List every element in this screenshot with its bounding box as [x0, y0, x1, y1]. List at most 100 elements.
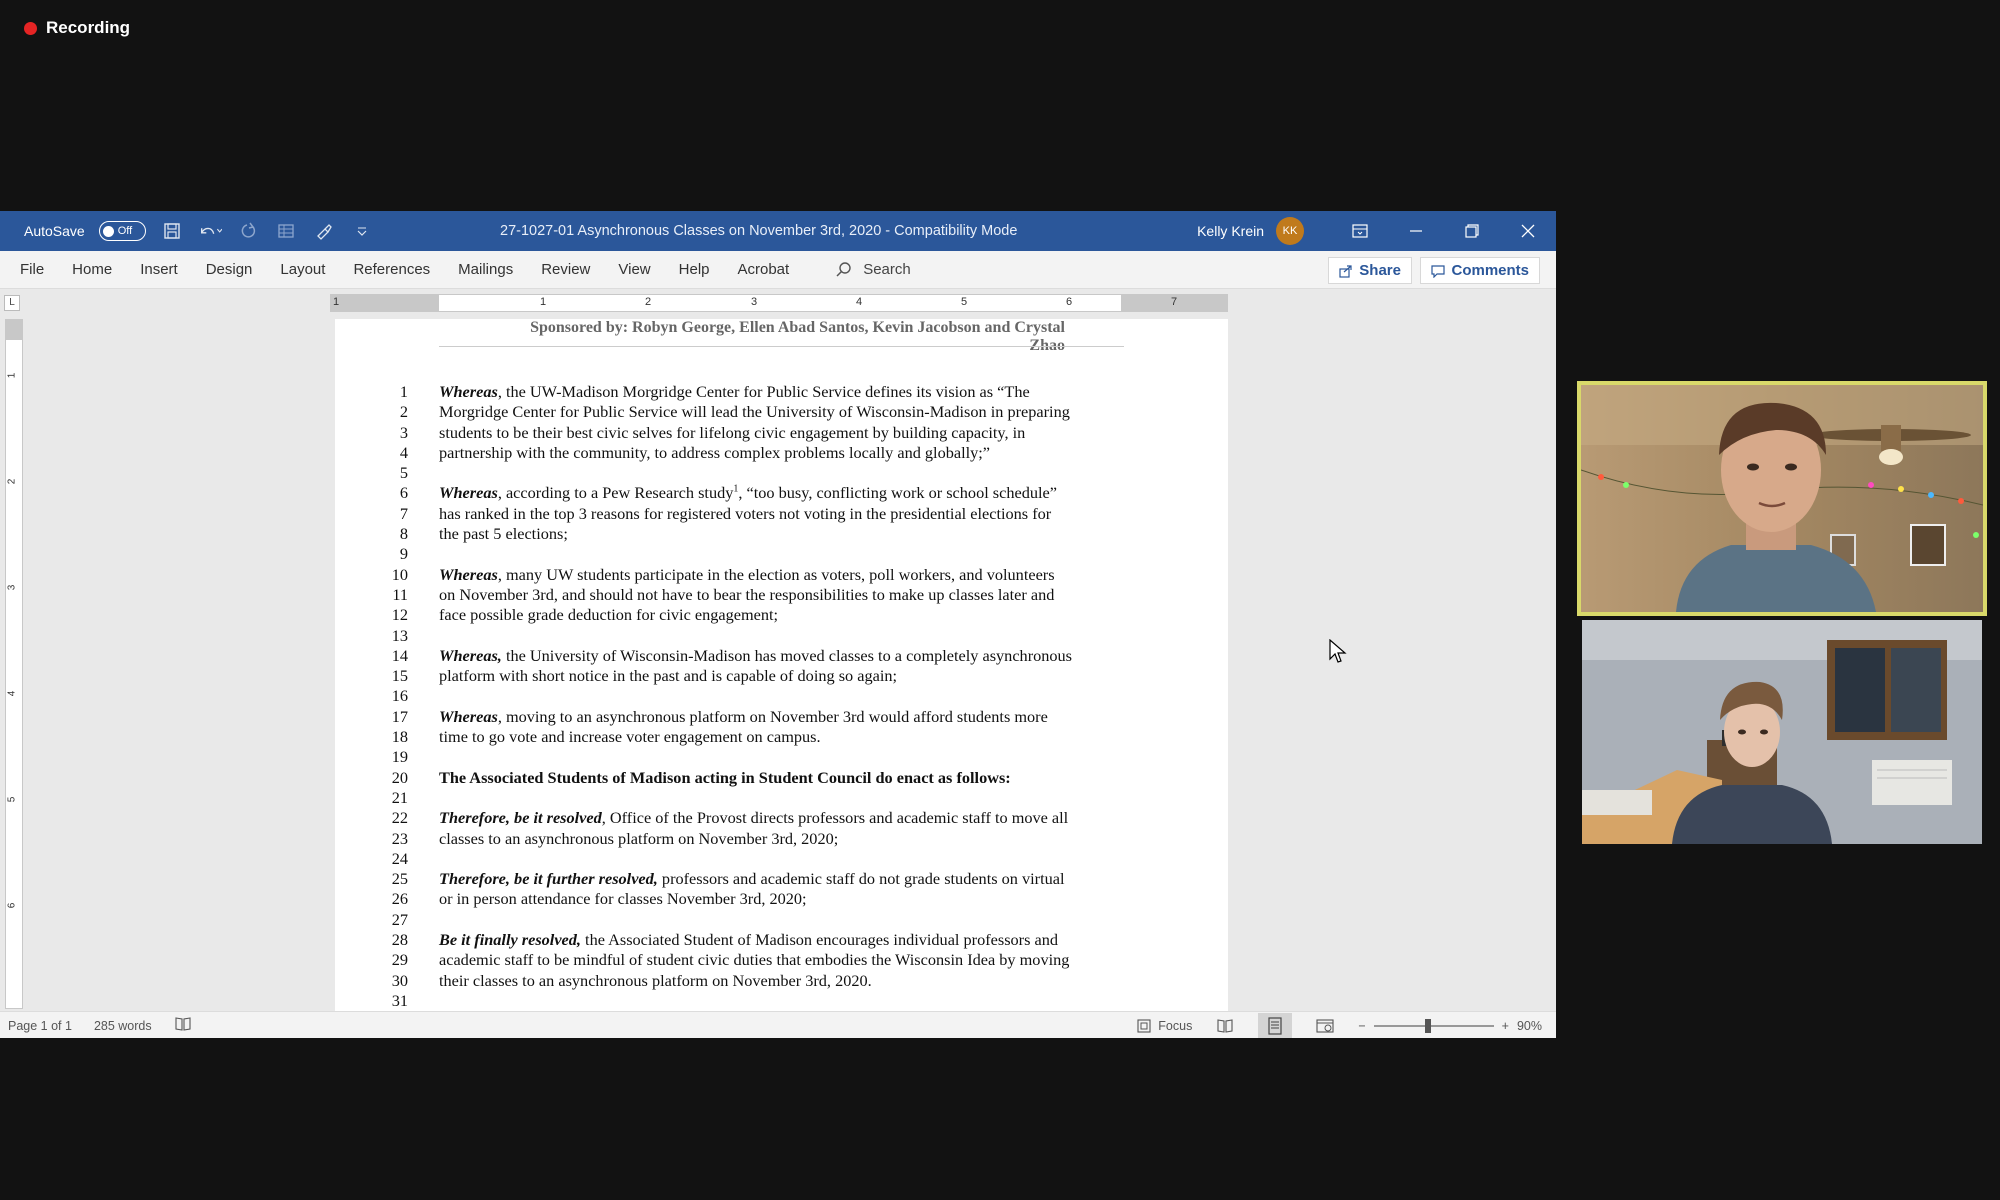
tab-design[interactable]: Design [192, 251, 267, 289]
focus-button[interactable]: Focus [1136, 1018, 1192, 1034]
search-box[interactable]: Search [835, 261, 911, 279]
ruler-area: L 1 1 2 3 4 5 6 7 [0, 289, 1556, 319]
document-line[interactable]: 28 Be it finally resolved, the Associated… [335, 930, 1228, 950]
format-painter-icon[interactable] [312, 219, 336, 243]
word-window: AutoSave Off 27-1027-01 Asynchronous Cla… [0, 211, 1556, 1038]
document-line[interactable]: 18 time to go vote and increase voter eng… [335, 727, 1228, 747]
document-line[interactable]: 9 [335, 544, 1228, 564]
autosave-toggle[interactable]: Off [98, 221, 146, 241]
recording-dot-icon [24, 21, 37, 35]
line-lead: Whereas, [439, 645, 502, 665]
participant-video[interactable] [1582, 620, 1982, 844]
line-text: partnership with the community, to addre… [439, 443, 990, 463]
tab-mailings[interactable]: Mailings [444, 251, 527, 289]
recording-indicator: Recording [24, 18, 130, 38]
undo-icon[interactable] [198, 219, 222, 243]
document-line[interactable]: 23 classes to an asynchronous platform on… [335, 829, 1228, 849]
ruler-number: 6 [6, 902, 18, 909]
tab-file[interactable]: File [0, 251, 58, 289]
line-body: the past 5 elections; [439, 524, 568, 544]
tab-layout[interactable]: Layout [266, 251, 339, 289]
table-icon[interactable] [274, 219, 298, 243]
line-text: Morgridge Center for Public Service will… [439, 402, 1070, 422]
close-icon[interactable] [1500, 211, 1556, 251]
customize-toolbar-icon[interactable] [350, 219, 374, 243]
tab-selector[interactable]: L [4, 295, 20, 311]
document-line[interactable]: 8 the past 5 elections; [335, 524, 1228, 544]
document-line[interactable]: 3 students to be their best civic selves … [335, 423, 1228, 443]
document-line[interactable]: 29 academic staff to be mindful of studen… [335, 950, 1228, 970]
restore-icon[interactable] [1444, 211, 1500, 251]
tab-view[interactable]: View [604, 251, 664, 289]
tab-review[interactable]: Review [527, 251, 604, 289]
page-count[interactable]: Page 1 of 1 [8, 1019, 72, 1033]
line-body: students to be their best civic selves f… [439, 422, 1026, 442]
line-number: 29 [391, 950, 408, 970]
share-button[interactable]: Share [1328, 257, 1412, 284]
comments-button[interactable]: Comments [1420, 257, 1540, 284]
document-line[interactable]: 10 Whereas, many UW students participate … [335, 565, 1228, 585]
line-body: or in person attendance for classes Nove… [439, 889, 807, 909]
document-line[interactable]: 30 their classes to an asynchronous platf… [335, 971, 1228, 991]
document-line[interactable]: 21 [335, 788, 1228, 808]
document-line[interactable]: 1 Whereas, the UW-Madison Morgridge Cente… [335, 382, 1228, 402]
ribbon-display-icon[interactable] [1332, 211, 1388, 251]
line-lead: Therefore, be it further resolved, [439, 869, 658, 889]
document-page[interactable]: Sponsored by: Robyn George, Ellen Abad S… [335, 319, 1228, 1019]
document-line[interactable]: 16 [335, 686, 1228, 706]
horizontal-ruler[interactable]: 1 1 2 3 4 5 6 7 [330, 294, 1228, 312]
print-layout-icon[interactable] [1258, 1013, 1293, 1038]
line-number: 4 [399, 442, 408, 462]
document-line[interactable]: 2 Morgridge Center for Public Service wil… [335, 402, 1228, 422]
redo-icon[interactable] [236, 219, 260, 243]
line-body: classes to an asynchronous platform on N… [439, 828, 839, 848]
zoom-in-button[interactable]: + [1502, 1019, 1509, 1033]
tab-acrobat[interactable]: Acrobat [724, 251, 804, 289]
line-body: their classes to an asynchronous platfor… [439, 970, 872, 990]
web-layout-icon[interactable] [1316, 1017, 1334, 1035]
document-line[interactable]: 26 or in person attendance for classes No… [335, 889, 1228, 909]
participant-video-active-speaker[interactable] [1577, 381, 1987, 616]
line-number: 2 [399, 402, 408, 422]
zoom-slider[interactable] [1373, 1018, 1494, 1033]
line-text: their classes to an asynchronous platfor… [439, 971, 872, 991]
zoom-out-button[interactable]: − [1358, 1019, 1365, 1033]
document-line[interactable]: 11 on November 3rd, and should not have t… [335, 585, 1228, 605]
user-avatar[interactable]: KK [1276, 217, 1304, 245]
document-line[interactable]: 13 [335, 626, 1228, 646]
autosave-label: AutoSave [24, 223, 85, 239]
document-line[interactable]: 17 Whereas, moving to an asynchronous pla… [335, 707, 1228, 727]
document-line[interactable]: 27 [335, 910, 1228, 930]
document-line[interactable]: 24 [335, 849, 1228, 869]
tab-home[interactable]: Home [58, 251, 126, 289]
document-line[interactable]: 7 has ranked in the top 3 reasons for reg… [335, 504, 1228, 524]
document-line[interactable]: 15 platform with short notice in the past… [335, 666, 1228, 686]
document-line[interactable]: 31 [335, 991, 1228, 1011]
document-line[interactable]: 19 [335, 747, 1228, 767]
line-lead: Whereas [439, 483, 498, 503]
document-line[interactable]: 14 Whereas, the University of Wisconsin-M… [335, 646, 1228, 666]
document-line[interactable]: 20 The Associated Students of Madison act… [335, 768, 1228, 788]
document-line[interactable]: 22 Therefore, be it resolved, Office of t… [335, 808, 1228, 828]
document-line[interactable]: 4 partnership with the community, to addr… [335, 443, 1228, 463]
document-line[interactable]: 5 [335, 463, 1228, 483]
minimize-icon[interactable] [1388, 211, 1444, 251]
zoom-level[interactable]: 90% [1517, 1019, 1542, 1033]
proofing-icon[interactable] [174, 1016, 192, 1035]
read-mode-icon[interactable] [1216, 1017, 1234, 1035]
save-icon[interactable] [160, 219, 184, 243]
line-number: 23 [391, 828, 408, 848]
tab-help[interactable]: Help [665, 251, 724, 289]
document-body[interactable]: 1 Whereas, the UW-Madison Morgridge Cente… [335, 382, 1228, 1011]
user-name[interactable]: Kelly Krein [1197, 223, 1264, 239]
document-line[interactable]: 12 face possible grade deduction for civi… [335, 605, 1228, 625]
tab-references[interactable]: References [339, 251, 444, 289]
vertical-ruler[interactable]: 1 2 3 4 5 6 [5, 319, 23, 1009]
zoom-slider-thumb[interactable] [1424, 1018, 1431, 1033]
document-line[interactable]: 25 Therefore, be it further resolved, pro… [335, 869, 1228, 889]
document-line[interactable]: 6 Whereas, according to a Pew Research st… [335, 483, 1228, 503]
tab-insert[interactable]: Insert [126, 251, 192, 289]
search-label: Search [863, 261, 911, 278]
line-number: 19 [391, 747, 408, 767]
word-count[interactable]: 285 words [94, 1019, 152, 1033]
